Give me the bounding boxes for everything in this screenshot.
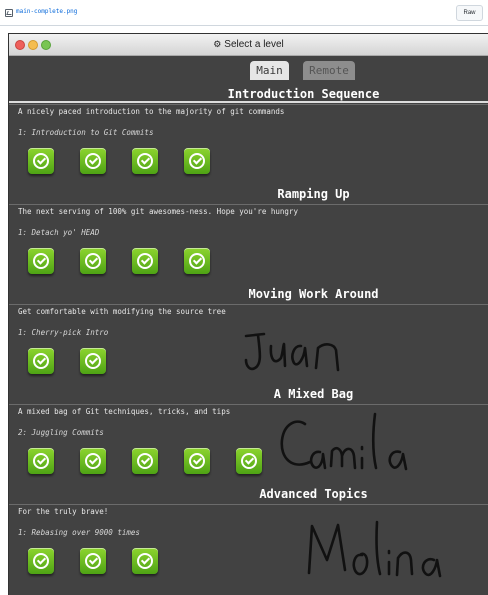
sequence-title: A Mixed Bag (273, 387, 354, 401)
check-circle-icon (85, 253, 101, 269)
check-circle-icon (85, 153, 101, 169)
level-name: 2: Juggling Commits (18, 428, 104, 437)
tab-remote[interactable]: Remote (303, 61, 355, 80)
level-complete-button[interactable] (28, 148, 54, 174)
level-name: 1: Cherry-pick Intro (18, 328, 109, 337)
level-name: 1: Rebasing over 9000 times (18, 528, 140, 537)
window-title: ⚙ Select a level (9, 39, 488, 50)
check-circle-icon (241, 453, 257, 469)
level-name: 1: Detach yo' HEAD (18, 228, 100, 237)
level-complete-button[interactable] (132, 248, 158, 274)
check-circle-icon (137, 453, 153, 469)
check-circle-icon (85, 353, 101, 369)
level-complete-button[interactable] (28, 248, 54, 274)
level-complete-button[interactable] (184, 148, 210, 174)
window-title-bar: ⚙ Select a level (9, 34, 488, 56)
sequence-divider (9, 204, 488, 205)
check-circle-icon (189, 153, 205, 169)
sequence-divider (9, 304, 488, 305)
level-complete-button[interactable] (80, 548, 106, 574)
check-circle-icon (189, 253, 205, 269)
level-complete-button[interactable] (184, 448, 210, 474)
sequence-divider (9, 404, 488, 405)
check-circle-icon (33, 353, 49, 369)
sequence-divider (9, 504, 488, 505)
sequence-description: Get comfortable with modifying the sourc… (18, 307, 226, 316)
sequence-description: The next serving of 100% git awesomes-ne… (18, 207, 298, 216)
sequence-title: Moving Work Around (248, 287, 379, 301)
level-complete-button[interactable] (184, 248, 210, 274)
check-circle-icon (137, 153, 153, 169)
level-complete-button[interactable] (132, 548, 158, 574)
check-circle-icon (33, 153, 49, 169)
image-file-icon (5, 9, 13, 17)
check-circle-icon (33, 553, 49, 569)
level-complete-button[interactable] (80, 448, 106, 474)
level-name: 1: Introduction to Git Commits (18, 128, 154, 137)
content-divider (0, 26, 488, 34)
level-select-window: ⚙ Select a level Main Remote Introduction… (9, 34, 488, 595)
level-complete-button[interactable] (236, 448, 262, 474)
sequence-advanced-topics: Advanced Topics For the truly brave! 1: … (9, 486, 488, 586)
tab-main[interactable]: Main (250, 61, 289, 80)
level-complete-button[interactable] (80, 148, 106, 174)
sequence-description: A nicely paced introduction to the major… (18, 107, 285, 116)
check-circle-icon (137, 253, 153, 269)
level-complete-button[interactable] (132, 148, 158, 174)
sequence-divider (9, 104, 488, 105)
check-circle-icon (137, 553, 153, 569)
sequence-description: A mixed bag of Git techniques, tricks, a… (18, 407, 231, 416)
level-complete-button[interactable] (80, 248, 106, 274)
tab-strip: Main Remote (9, 56, 488, 103)
level-complete-button[interactable] (28, 348, 54, 374)
check-circle-icon (85, 453, 101, 469)
sequence-title: Advanced Topics (259, 487, 368, 501)
raw-button[interactable]: Raw (456, 5, 483, 21)
sequence-title: Ramping Up (277, 187, 350, 201)
file-header: main-complete.png Raw (0, 0, 488, 26)
level-complete-button[interactable] (28, 548, 54, 574)
sequence-title: Introduction Sequence (227, 87, 380, 101)
level-complete-button[interactable] (80, 348, 106, 374)
check-circle-icon (33, 453, 49, 469)
sequence-mixed-bag: A Mixed Bag A mixed bag of Git technique… (9, 386, 488, 482)
sequence-introduction: Introduction Sequence A nicely paced int… (9, 86, 488, 182)
check-circle-icon (189, 453, 205, 469)
level-complete-button[interactable] (132, 448, 158, 474)
sequence-moving-work-around: Moving Work Around Get comfortable with … (9, 286, 488, 382)
sequence-description: For the truly brave! (18, 507, 109, 516)
check-circle-icon (33, 253, 49, 269)
sequence-ramping-up: Ramping Up The next serving of 100% git … (9, 186, 488, 282)
level-complete-button[interactable] (28, 448, 54, 474)
file-name-link[interactable]: main-complete.png (16, 8, 77, 15)
check-circle-icon (85, 553, 101, 569)
gear-icon: ⚙ (213, 39, 222, 49)
window-title-text: Select a level (224, 39, 284, 50)
